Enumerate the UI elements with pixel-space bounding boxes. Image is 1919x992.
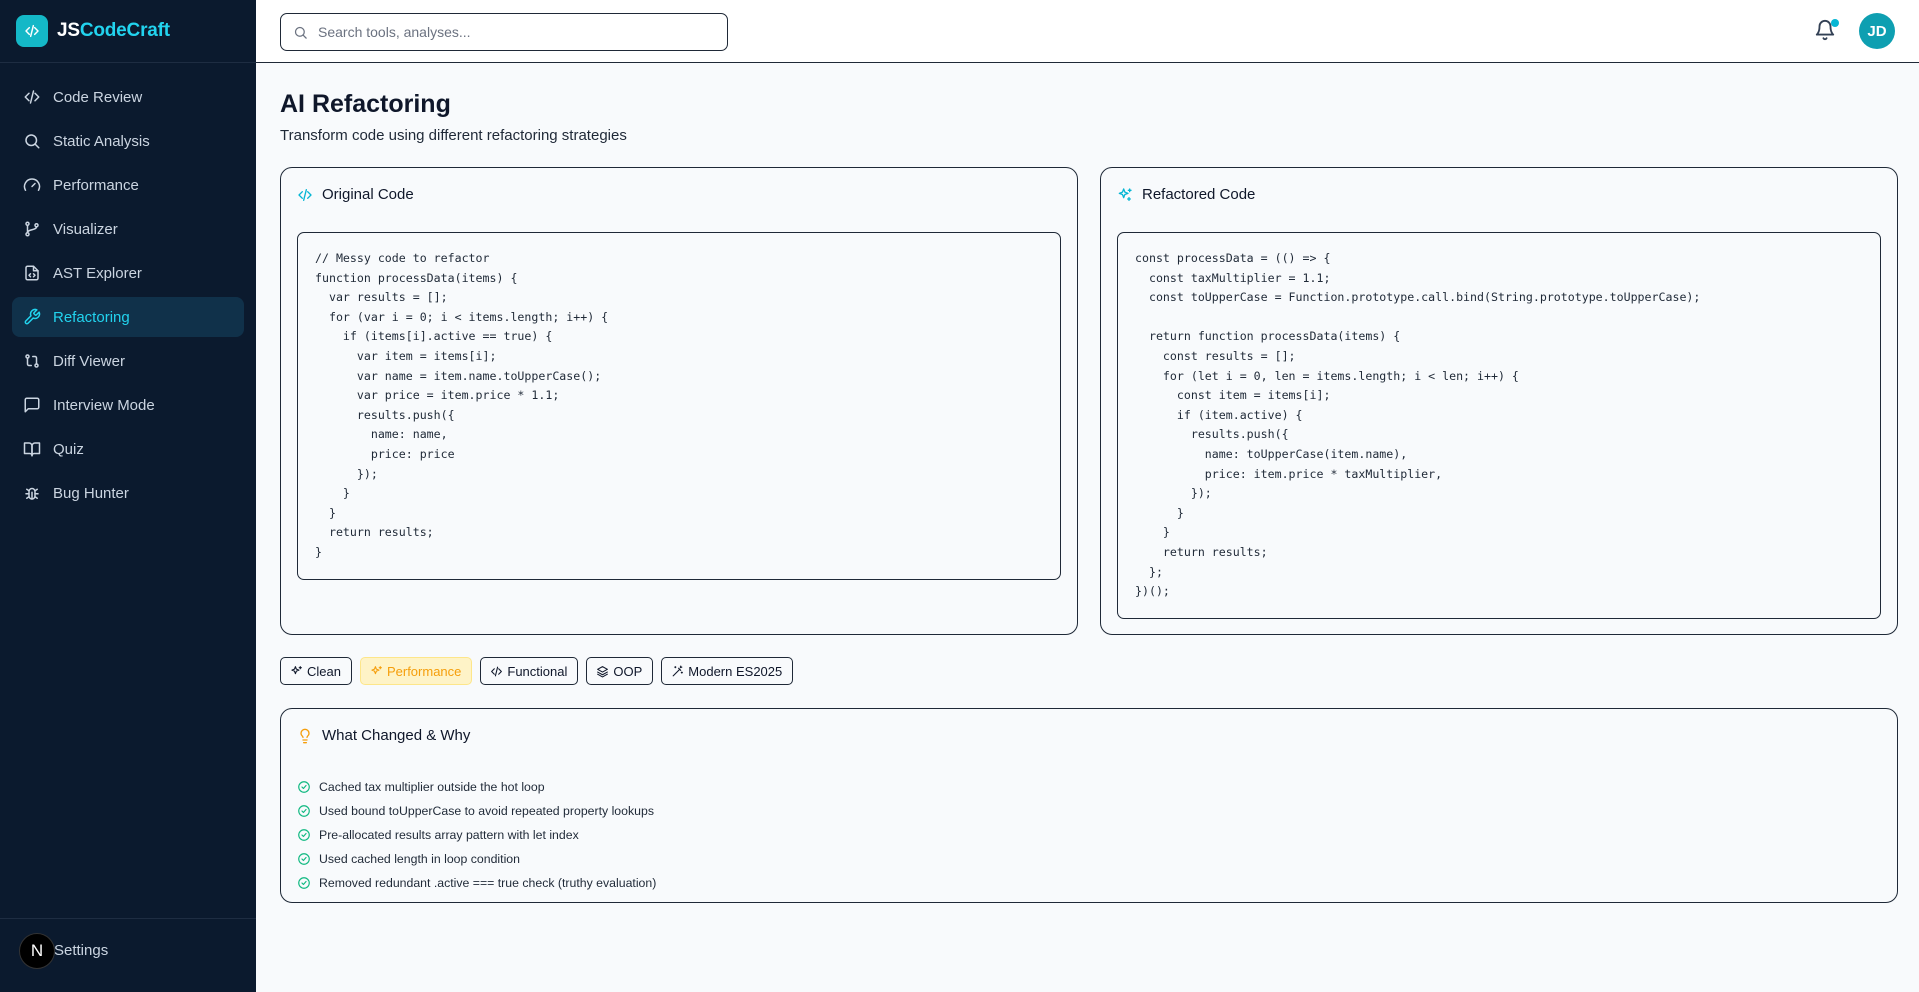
layers-icon — [597, 665, 609, 677]
sidebar-item-visualizer[interactable]: Visualizer — [12, 209, 244, 249]
search-icon — [25, 134, 40, 149]
check-circle-icon — [298, 781, 310, 793]
change-text: Removed redundant .active === true check… — [319, 876, 657, 890]
strategy-clean-button[interactable]: Clean — [280, 657, 352, 685]
topbar: JD — [256, 0, 1919, 63]
original-code-panel: Original Code // Messy code to refactor … — [280, 167, 1078, 635]
bug-icon — [25, 487, 39, 500]
brand-name: JSCodeCraft — [57, 20, 170, 42]
panel-title: What Changed & Why — [322, 727, 471, 744]
sidebar-footer: N Settings — [0, 918, 256, 992]
sidebar-item-static-analysis[interactable]: Static Analysis — [12, 121, 244, 161]
list-item: Used cached length in loop condition — [297, 847, 656, 871]
panel-header: Original Code — [297, 186, 414, 203]
sidebar-item-label: Refactoring — [53, 308, 130, 326]
sidebar-item-label: Performance — [53, 176, 139, 194]
code-icon — [24, 90, 40, 104]
sidebar-item-ast-explorer[interactable]: AST Explorer — [12, 253, 244, 293]
sidebar-item-label: AST Explorer — [53, 264, 142, 282]
sidebar-item-refactoring[interactable]: Refactoring — [12, 297, 244, 337]
panel-header: What Changed & Why — [297, 727, 470, 744]
code-icon — [491, 666, 503, 676]
wrench-icon — [24, 308, 41, 325]
sidebar-item-label: Static Analysis — [53, 132, 150, 150]
strategy-functional-button[interactable]: Functional — [480, 657, 579, 685]
panel-header: Refactored Code — [1117, 186, 1255, 203]
sidebar-item-diff-viewer[interactable]: Diff Viewer — [12, 341, 244, 381]
main-content: AI Refactoring Transform code using diff… — [280, 63, 1898, 903]
strategy-label: Functional — [507, 663, 568, 679]
sidebar: JSCodeCraft Code Review Static Analysis … — [0, 0, 256, 992]
search-box[interactable] — [280, 13, 728, 51]
git-branch-icon — [25, 221, 39, 237]
sidebar-item-bug-hunter[interactable]: Bug Hunter — [12, 473, 244, 513]
sidebar-item-settings[interactable]: Settings — [54, 942, 108, 959]
sidebar-item-label: Visualizer — [53, 220, 118, 238]
sidebar-item-performance[interactable]: Performance — [12, 165, 244, 205]
brand[interactable]: JSCodeCraft — [0, 0, 256, 63]
sparkles-icon — [291, 665, 302, 674]
check-circle-icon — [298, 853, 310, 865]
code-logo-icon — [16, 15, 48, 47]
zap-icon — [371, 665, 382, 674]
change-text: Used bound toUpperCase to avoid repeated… — [319, 804, 654, 818]
notification-dot — [1831, 19, 1839, 27]
gauge-icon — [23, 178, 41, 191]
check-circle-icon — [298, 805, 310, 817]
strategy-selector: Clean Performance Functional OOP Modern … — [280, 657, 801, 685]
sidebar-item-label: Diff Viewer — [53, 352, 125, 370]
sidebar-item-label: Quiz — [53, 440, 84, 458]
sidebar-item-label: Code Review — [53, 88, 143, 106]
file-code-icon — [25, 265, 39, 281]
list-item: Used bound toUpperCase to avoid repeated… — [297, 799, 656, 823]
code-icon — [298, 188, 312, 201]
strategy-label: Clean — [307, 663, 341, 679]
change-text: Cached tax multiplier outside the hot lo… — [319, 780, 545, 794]
original-code-text: // Messy code to refactor function proce… — [315, 251, 609, 559]
panel-title: Original Code — [322, 186, 414, 203]
refactored-code-block[interactable]: const processData = (() => { const taxMu… — [1117, 232, 1881, 619]
strategy-modern-es2025-button[interactable]: Modern ES2025 — [661, 657, 794, 685]
notifications-button[interactable] — [1814, 19, 1839, 43]
change-text: Pre-allocated results array pattern with… — [319, 828, 579, 842]
refactored-code-text: const processData = (() => { const taxMu… — [1135, 251, 1701, 599]
sidebar-item-label: Interview Mode — [53, 396, 155, 414]
refactored-code-panel: Refactored Code const processData = (() … — [1100, 167, 1898, 635]
wand-icon — [672, 665, 684, 676]
sidebar-item-code-review[interactable]: Code Review — [12, 77, 244, 117]
check-circle-icon — [298, 829, 310, 841]
strategy-label: Performance — [386, 663, 462, 679]
sidebar-item-quiz[interactable]: Quiz — [12, 429, 244, 469]
brand-suffix: CodeCraft — [79, 20, 170, 41]
lightbulb-icon — [300, 728, 310, 743]
check-circle-icon — [298, 877, 310, 889]
search-input[interactable] — [318, 24, 698, 40]
sidebar-item-interview-mode[interactable]: Interview Mode — [12, 385, 244, 425]
brand-prefix: JS — [57, 20, 80, 41]
message-square-icon — [24, 397, 40, 413]
original-code-block[interactable]: // Messy code to refactor function proce… — [297, 232, 1061, 580]
page-title: AI Refactoring — [280, 90, 451, 118]
strategy-performance-button[interactable]: Performance — [359, 657, 473, 685]
book-open-icon — [23, 442, 41, 457]
search-icon — [294, 26, 307, 39]
sparkles-icon — [1118, 187, 1132, 201]
sidebar-nav: Code Review Static Analysis Performance … — [0, 63, 256, 513]
changes-list: Cached tax multiplier outside the hot lo… — [297, 775, 656, 895]
list-item: Pre-allocated results array pattern with… — [297, 823, 656, 847]
list-item: Removed redundant .active === true check… — [297, 871, 656, 895]
panel-title: Refactored Code — [1142, 186, 1256, 203]
strategy-label: OOP — [613, 663, 643, 679]
strategy-label: Modern ES2025 — [688, 663, 783, 679]
sidebar-item-label: Bug Hunter — [53, 484, 129, 502]
changes-panel: What Changed & Why Cached tax multiplier… — [280, 708, 1898, 903]
framework-badge[interactable]: N — [19, 933, 55, 969]
strategy-oop-button[interactable]: OOP — [586, 657, 654, 685]
change-text: Used cached length in loop condition — [319, 852, 520, 866]
page-subtitle: Transform code using different refactori… — [280, 127, 627, 144]
avatar[interactable]: JD — [1859, 13, 1895, 49]
git-compare-icon — [25, 354, 39, 368]
list-item: Cached tax multiplier outside the hot lo… — [297, 775, 656, 799]
